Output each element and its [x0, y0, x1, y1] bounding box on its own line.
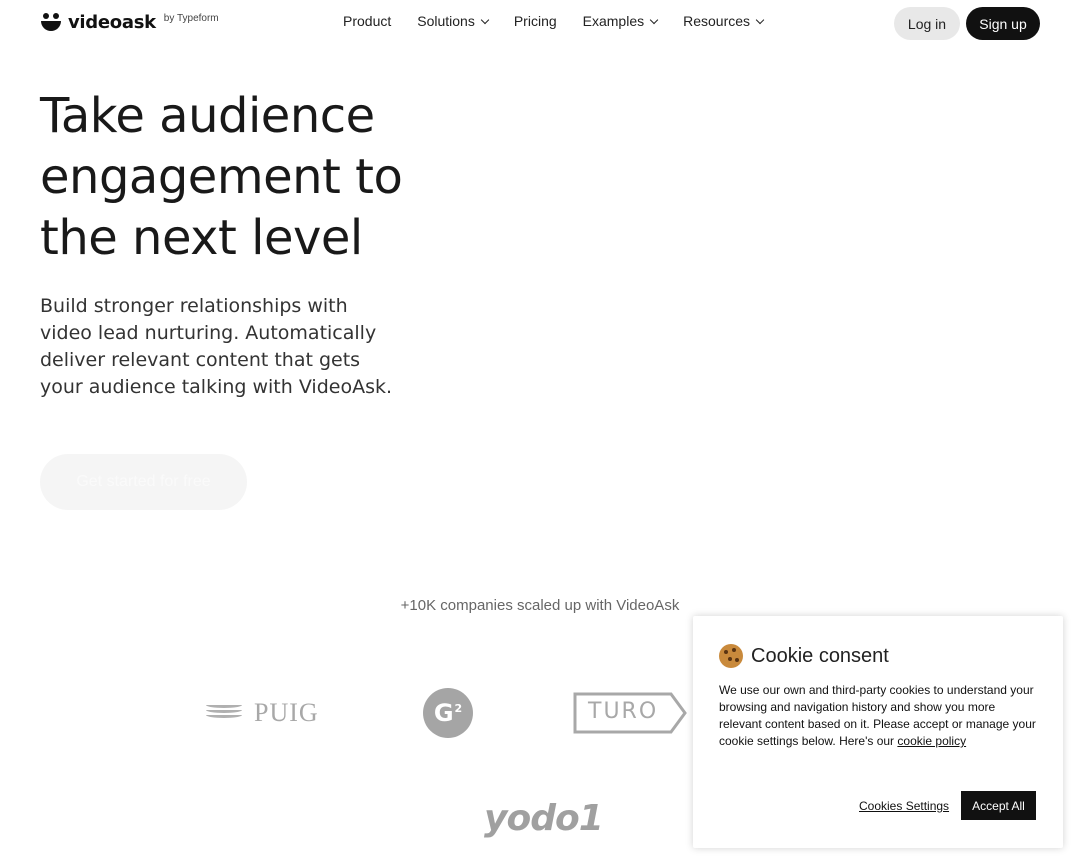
logo-text: videoask	[68, 11, 156, 33]
hero-subtitle: Build stronger relationships with video …	[40, 293, 400, 401]
hero-title-line: Take audience	[40, 88, 375, 144]
cookie-icon	[719, 644, 743, 668]
logo-by-typeform: by Typeform	[163, 12, 219, 24]
cookie-consent-dialog: Cookie consent We use our own and third-…	[693, 616, 1063, 848]
g2-logo-text: G	[433, 699, 454, 727]
hero-subtitle-line: your audience talking with VideoAsk.	[40, 376, 393, 398]
videoask-smile-icon	[40, 11, 62, 33]
nav-pricing-label: Pricing	[513, 13, 557, 29]
cookies-settings-button[interactable]: Cookies Settings	[859, 799, 949, 813]
puig-waves-icon	[206, 702, 242, 724]
main-nav: Product Solutions Pricing Examples Resou…	[343, 13, 789, 29]
cookie-body-text: We use our own and third-party cookies t…	[719, 683, 1036, 748]
get-started-button[interactable]: Get started for free	[40, 454, 247, 510]
yodo1-logo: yodo1	[484, 798, 604, 839]
nav-examples-label: Examples	[582, 13, 645, 29]
nav-examples[interactable]: Examples	[582, 13, 659, 29]
hero-title: Take audience engagement to the next lev…	[40, 86, 460, 269]
g2-logo: G2	[423, 688, 473, 738]
chevron-down-icon	[649, 15, 659, 24]
companies-count-text: +10K companies scaled up with VideoAsk	[400, 597, 680, 614]
g2-logo-sup: 2	[454, 701, 463, 715]
chevron-down-icon	[480, 15, 490, 24]
nav-pricing[interactable]: Pricing	[514, 13, 557, 29]
nav-resources-label: Resources	[683, 13, 751, 29]
site-header: videoask by Typeform Product Solutions P…	[0, 0, 1080, 46]
accept-all-button[interactable]: Accept All	[961, 791, 1036, 820]
hero-title-line: the next level	[40, 210, 363, 266]
cookie-title: Cookie consent	[719, 644, 1037, 668]
hero-subtitle-line: deliver relevant content that gets	[40, 349, 361, 371]
nav-product[interactable]: Product	[343, 13, 391, 29]
login-button[interactable]: Log in	[894, 7, 960, 40]
signup-button[interactable]: Sign up	[966, 7, 1040, 40]
nav-resources[interactable]: Resources	[683, 13, 765, 29]
cookie-title-text: Cookie consent	[751, 644, 889, 667]
turo-logo-text: TURO	[588, 699, 659, 724]
hero-title-line: engagement to	[40, 149, 403, 205]
videoask-logo[interactable]: videoask by Typeform	[40, 10, 219, 34]
cookie-policy-link[interactable]: cookie policy	[897, 734, 966, 748]
puig-logo-text: PUIG	[254, 698, 319, 727]
chevron-down-icon	[755, 15, 765, 24]
hero-subtitle-line: video lead nurturing. Automatically	[40, 322, 377, 344]
nav-product-label: Product	[343, 13, 392, 29]
puig-logo: PUIG	[206, 698, 319, 728]
nav-solutions[interactable]: Solutions	[417, 13, 490, 29]
cookie-body: We use our own and third-party cookies t…	[719, 682, 1037, 750]
nav-solutions-label: Solutions	[417, 13, 475, 29]
hero-subtitle-line: Build stronger relationships with	[40, 295, 348, 317]
